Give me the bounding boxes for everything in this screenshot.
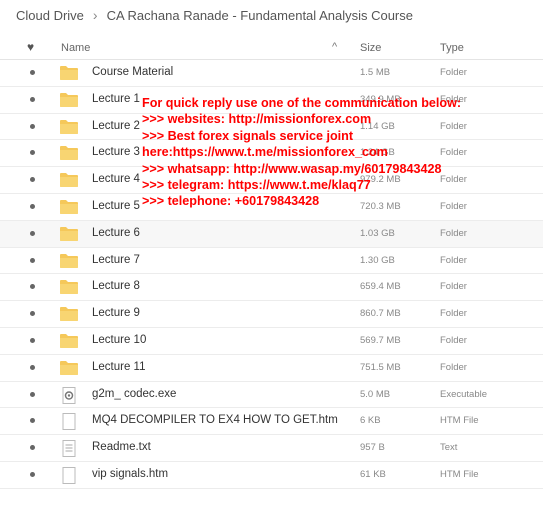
file-name[interactable]: Lecture 1 xyxy=(92,93,140,105)
file-list-header: ♥ Name ^ Size Type xyxy=(0,37,543,60)
row-menu-dot-icon[interactable] xyxy=(30,150,35,156)
folder-icon xyxy=(60,119,78,134)
folder-icon xyxy=(60,172,78,188)
row-menu-dot-icon[interactable] xyxy=(30,177,35,183)
file-size: 569.7 MB xyxy=(360,334,401,346)
row-menu-dot-icon[interactable] xyxy=(30,70,35,75)
file-row[interactable]: Readme.txt 957 B Text xyxy=(0,435,543,462)
file-size: 751.5 MB xyxy=(360,361,401,373)
overlay-line: For quick reply use one of the communica… xyxy=(142,96,462,110)
text-file-icon xyxy=(60,440,78,458)
file-size: 1.03 GB xyxy=(360,227,395,239)
file-icon xyxy=(60,413,78,431)
overlay-line: >>> telephone: +60179843428 xyxy=(142,194,320,209)
file-name[interactable]: Lecture 3 xyxy=(92,146,140,158)
file-name[interactable]: Lecture 6 xyxy=(92,227,140,239)
file-size: 61 KB xyxy=(360,468,386,480)
folder-icon xyxy=(60,92,78,107)
file-name[interactable]: Lecture 10 xyxy=(92,334,146,346)
file-row[interactable]: Lecture 10 569.7 MB Folder xyxy=(0,328,543,355)
file-size: 6 KB xyxy=(360,415,381,427)
type-column-header[interactable]: Type xyxy=(440,42,464,54)
file-type: Folder xyxy=(440,254,467,266)
file-size: 957 B xyxy=(360,442,385,454)
breadcrumb-root[interactable]: Cloud Drive xyxy=(16,8,84,23)
file-row[interactable]: Lecture 7 1.30 GB Folder xyxy=(0,248,543,275)
row-menu-dot-icon[interactable] xyxy=(30,364,35,370)
file-type: Folder xyxy=(440,281,467,293)
file-row[interactable]: vip signals.htm 61 KB HTM File xyxy=(0,462,543,489)
file-type: HTM File xyxy=(440,468,479,480)
row-menu-dot-icon[interactable] xyxy=(30,391,35,397)
favorite-column-heart-icon[interactable]: ♥ xyxy=(27,40,34,54)
row-menu-dot-icon[interactable] xyxy=(30,337,35,343)
row-menu-dot-icon[interactable] xyxy=(30,471,35,477)
row-menu-dot-icon[interactable] xyxy=(30,284,35,290)
file-size: 1.30 GB xyxy=(360,254,395,266)
sort-ascending-icon[interactable]: ^ xyxy=(332,41,337,53)
file-name[interactable]: Course Material xyxy=(92,66,173,78)
file-type: Folder xyxy=(440,67,467,78)
file-name[interactable]: vip signals.htm xyxy=(92,468,168,480)
file-name[interactable]: Lecture 9 xyxy=(92,307,140,319)
folder-icon xyxy=(60,199,78,214)
file-name[interactable]: Lecture 8 xyxy=(92,280,140,292)
folder-icon xyxy=(60,226,78,241)
folder-icon xyxy=(60,306,78,322)
file-name[interactable]: Lecture 5 xyxy=(92,200,140,212)
folder-icon xyxy=(60,65,78,80)
overlay-line: >>> whatsapp: http://www.wasap.my/601798… xyxy=(142,161,442,176)
folder-icon xyxy=(60,145,78,161)
folder-icon xyxy=(60,360,78,375)
file-name[interactable]: g2m_ codec.exe xyxy=(92,388,176,400)
overlay-line: here:https://www.t.me/missionforex_com xyxy=(142,145,388,160)
file-name[interactable]: Readme.txt xyxy=(92,441,151,453)
spam-overlay-text: For quick reply use one of the communica… xyxy=(142,95,532,210)
folder-icon xyxy=(60,279,78,295)
file-type: HTM File xyxy=(440,415,479,427)
row-menu-dot-icon[interactable] xyxy=(30,203,35,209)
row-menu-dot-icon[interactable] xyxy=(30,123,35,129)
row-menu-dot-icon[interactable] xyxy=(30,96,35,102)
file-row[interactable]: Lecture 6 1.03 GB Folder xyxy=(0,220,543,248)
file-row[interactable]: g2m_ codec.exe 5.0 MB Executable xyxy=(0,382,543,409)
overlay-line: >>> websites: http://missionforex.com xyxy=(142,112,372,127)
file-size: 1.5 MB xyxy=(360,67,391,78)
file-type: Folder xyxy=(440,308,467,320)
breadcrumb-separator-icon: › xyxy=(92,7,98,23)
row-menu-dot-icon[interactable] xyxy=(30,418,35,424)
file-size: 5.0 MB xyxy=(360,388,391,400)
row-menu-dot-icon[interactable] xyxy=(30,445,35,451)
file-type: Text xyxy=(440,442,458,454)
file-icon xyxy=(60,466,78,484)
file-name[interactable]: Lecture 11 xyxy=(92,361,146,373)
file-type: Folder xyxy=(440,227,467,239)
file-name[interactable]: Lecture 4 xyxy=(92,173,140,185)
row-menu-dot-icon[interactable] xyxy=(30,257,35,263)
overlay-line: >>> Best forex signals service joint xyxy=(142,128,354,143)
file-type: Executable xyxy=(440,388,488,400)
row-menu-dot-icon[interactable] xyxy=(30,230,35,236)
file-row[interactable]: Lecture 9 860.7 MB Folder xyxy=(0,301,543,328)
executable-icon xyxy=(60,386,78,404)
file-row[interactable]: Lecture 8 659.4 MB Folder xyxy=(0,274,543,302)
file-size: 659.4 MB xyxy=(360,281,401,293)
file-name[interactable]: Lecture 7 xyxy=(92,254,140,266)
row-menu-dot-icon[interactable] xyxy=(30,311,35,317)
file-row[interactable]: MQ4 DECOMPILER TO EX4 HOW TO GET.htm 6 KB… xyxy=(0,408,543,436)
size-column-header[interactable]: Size xyxy=(360,42,381,54)
name-column-header[interactable]: Name xyxy=(61,42,90,54)
file-size: 860.7 MB xyxy=(360,308,401,320)
breadcrumb: Cloud Drive › CA Rachana Ranade - Fundam… xyxy=(16,4,413,26)
file-name[interactable]: Lecture 2 xyxy=(92,120,140,132)
file-row[interactable]: Lecture 11 751.5 MB Folder xyxy=(0,355,543,382)
file-name[interactable]: MQ4 DECOMPILER TO EX4 HOW TO GET.htm xyxy=(92,414,338,426)
breadcrumb-current[interactable]: CA Rachana Ranade - Fundamental Analysis… xyxy=(107,8,413,23)
file-row[interactable]: Course Material 1.5 MB Folder xyxy=(0,60,543,87)
overlay-line: >>> telegram: https://www.t.me/klaq77 xyxy=(142,178,371,193)
folder-icon xyxy=(60,333,78,348)
file-type: Folder xyxy=(440,334,467,346)
file-type: Folder xyxy=(440,361,467,373)
folder-icon xyxy=(60,253,78,268)
